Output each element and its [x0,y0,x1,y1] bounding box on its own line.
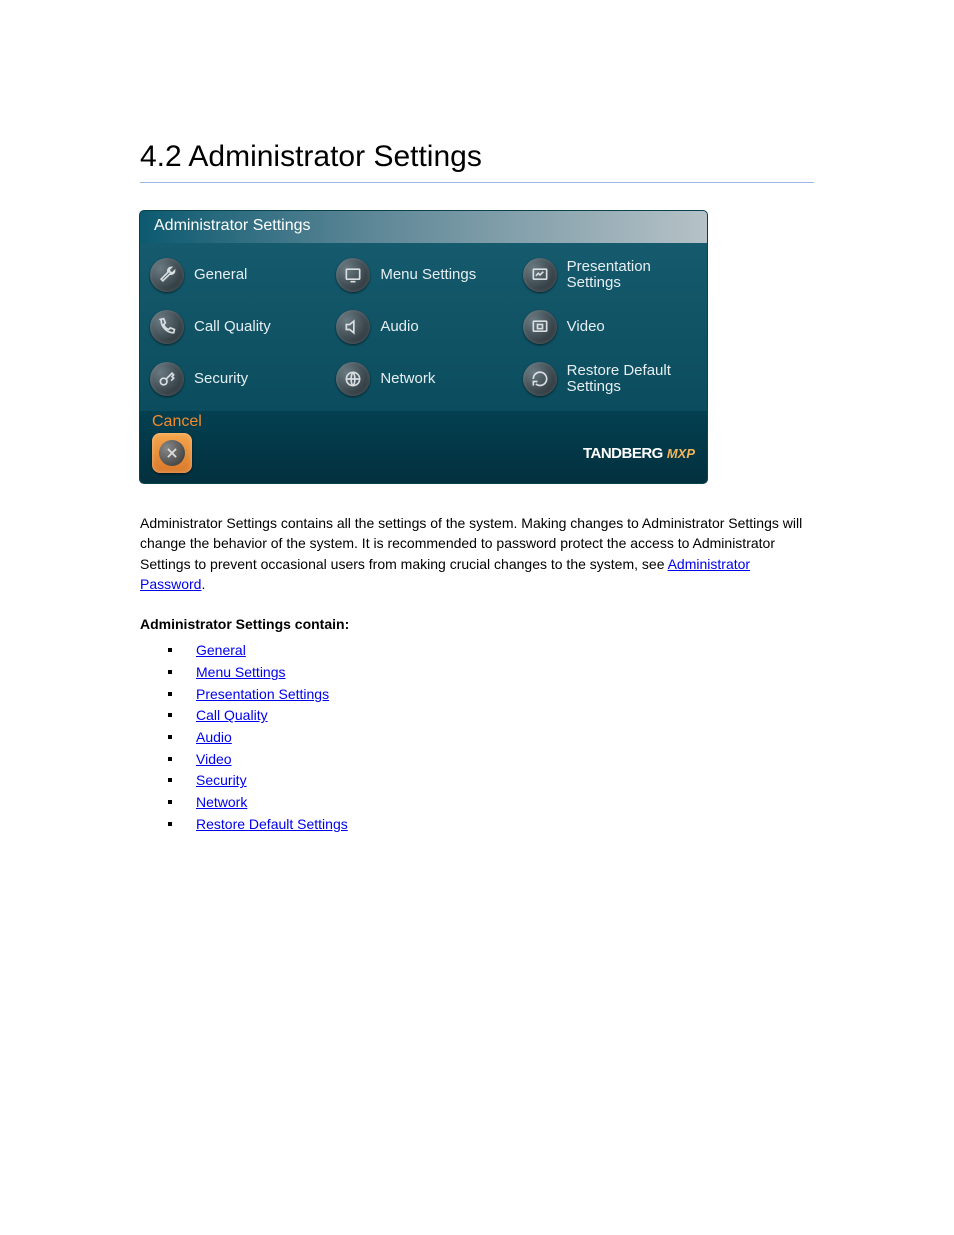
close-icon [159,440,185,466]
link-menu-settings[interactable]: Menu Settings [196,664,286,680]
admin-settings-panel: Administrator Settings General Menu Sett… [140,211,707,483]
grid-item-label: Call Quality [194,319,271,336]
grid-item-security[interactable]: Security [148,353,330,405]
links-list: General Menu Settings Presentation Setti… [168,640,814,835]
cancel-button[interactable] [152,433,192,473]
panel-title: Administrator Settings [140,211,707,243]
grid-item-presentation-settings[interactable]: Presentation Settings [521,249,703,301]
grid-item-label: Video [567,319,605,336]
link-restore-defaults[interactable]: Restore Default Settings [196,816,348,832]
grid-item-general[interactable]: General [148,249,330,301]
grid-item-label: Presentation Settings [567,259,701,292]
link-call-quality[interactable]: Call Quality [196,707,268,723]
link-video[interactable]: Video [196,751,232,767]
links-heading: Administrator Settings contain: [140,616,814,632]
globe-icon [336,362,370,396]
grid-item-label: Security [194,371,248,388]
list-item: Security [168,770,814,792]
list-item: Presentation Settings [168,684,814,706]
grid-item-label: Menu Settings [380,267,476,284]
brand-sub: MXP [667,446,695,461]
speaker-icon [336,310,370,344]
link-audio[interactable]: Audio [196,729,232,745]
grid-item-label: Audio [380,319,418,336]
cancel-label: Cancel [152,413,695,431]
refresh-icon [523,362,557,396]
camera-icon [523,310,557,344]
heading-divider [140,182,814,183]
grid-item-label: Network [380,371,435,388]
grid-item-label: Restore Default Settings [567,363,701,396]
grid-item-menu-settings[interactable]: Menu Settings [334,249,516,301]
phone-icon [150,310,184,344]
settings-grid: General Menu Settings Presentation Setti… [140,243,707,411]
grid-item-audio[interactable]: Audio [334,301,516,353]
monitor-icon [336,258,370,292]
list-item: Call Quality [168,705,814,727]
link-presentation-settings[interactable]: Presentation Settings [196,686,329,702]
chart-icon [523,258,557,292]
link-network[interactable]: Network [196,794,247,810]
list-item: Menu Settings [168,662,814,684]
grid-item-label: General [194,267,247,284]
list-item: General [168,640,814,662]
para-text-after: . [201,576,205,592]
grid-item-restore-defaults[interactable]: Restore Default Settings [521,353,703,405]
list-item: Network [168,792,814,814]
list-item: Restore Default Settings [168,814,814,836]
page-heading: 4.2 Administrator Settings [140,140,814,174]
intro-paragraph: Administrator Settings contains all the … [140,513,814,594]
grid-item-network[interactable]: Network [334,353,516,405]
link-general[interactable]: General [196,642,246,658]
brand-main: TANDBERG [583,445,663,462]
list-item: Audio [168,727,814,749]
brand-logo: TANDBERG MXP [583,445,695,462]
key-icon [150,362,184,396]
panel-footer: Cancel TANDBERG MXP [140,411,707,483]
grid-item-call-quality[interactable]: Call Quality [148,301,330,353]
list-item: Video [168,749,814,771]
wrench-icon [150,258,184,292]
link-security[interactable]: Security [196,772,247,788]
grid-item-video[interactable]: Video [521,301,703,353]
